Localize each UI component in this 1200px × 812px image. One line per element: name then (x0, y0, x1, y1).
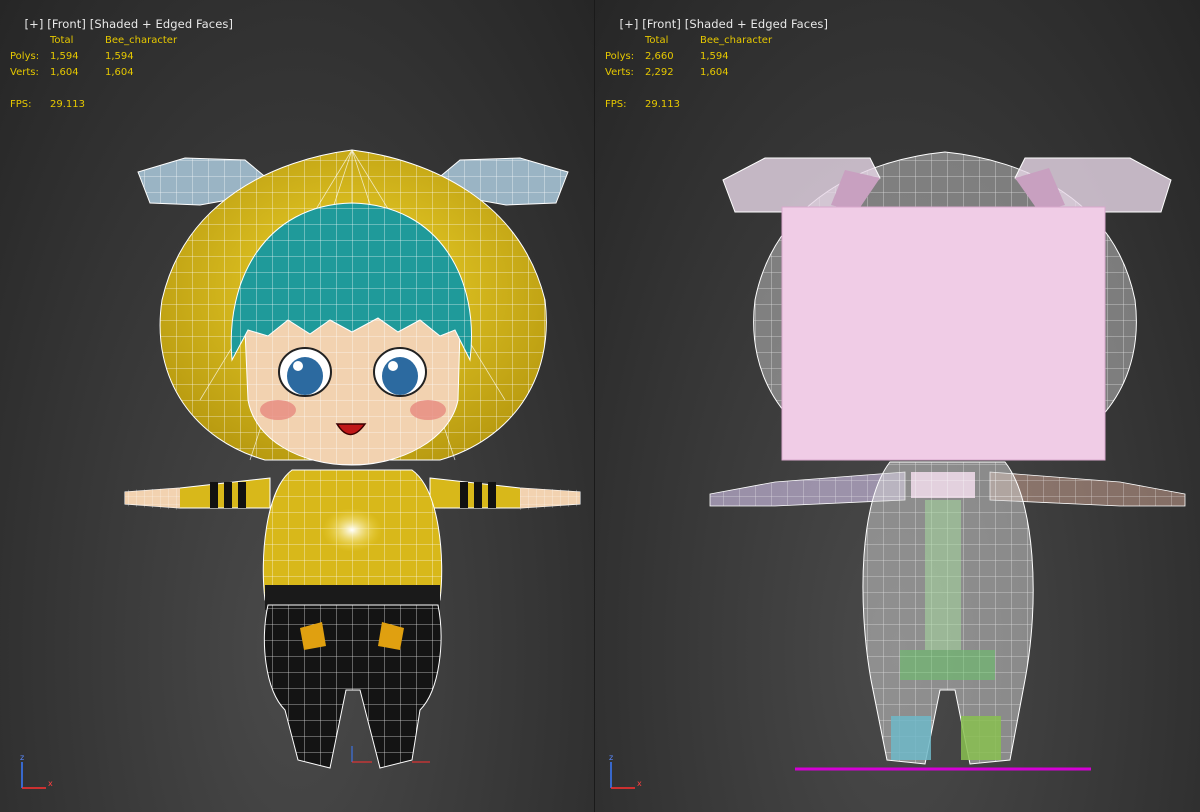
antenna-box-right (1014, 157, 1172, 213)
polys-total: 2,660 (645, 51, 674, 62)
arm-right (429, 477, 581, 510)
stats-header-row: Total Bee_character (10, 33, 185, 49)
polys-label: Polys: (10, 51, 40, 62)
axis-x-label: x (48, 779, 53, 788)
polys-label: Polys: (605, 51, 635, 62)
stats-polys-row: Polys: 1,594 1,594 (10, 49, 185, 65)
viewport-shading-label[interactable]: [Shaded + Edged Faces] (90, 17, 233, 31)
viewport-front-right[interactable]: z x [+] [Front] [Shaded + Edged Faces] T… (594, 0, 1200, 812)
axis-gizmo: z x (20, 753, 53, 789)
stats-fps-row: FPS: 29.113 (605, 97, 780, 113)
verts-total: 2,292 (645, 67, 674, 78)
stats-col-object: Bee_character (700, 35, 773, 46)
pants (263, 604, 442, 769)
verts-object: 1,604 (700, 67, 729, 78)
viewport-front-left[interactable]: z x [+] [Front] [Shaded + Edged Faces] T… (0, 0, 594, 812)
viewport-area: z x [+] [Front] [Shaded + Edged Faces] T… (0, 0, 1200, 812)
verts-label: Verts: (605, 67, 634, 78)
reference-plane[interactable] (781, 206, 1106, 461)
verts-total: 1,604 (50, 67, 79, 78)
viewport-shading-label[interactable]: [Shaded + Edged Faces] (685, 17, 828, 31)
fps-label: FPS: (605, 99, 627, 110)
fps-value: 29.113 (645, 99, 680, 110)
torso (262, 469, 443, 610)
stats-polys-row: Polys: 2,660 1,594 (605, 49, 780, 65)
stats-verts-row: Verts: 1,604 1,604 (10, 65, 185, 81)
antenna-box-left (722, 157, 881, 213)
statistics-overlay: Total Bee_character Polys: 2,660 1,594 V… (605, 33, 780, 113)
statistics-overlay: Total Bee_character Polys: 1,594 1,594 V… (10, 33, 185, 113)
character-xray-model[interactable]: z x (595, 0, 1200, 812)
fps-value: 29.113 (50, 99, 85, 110)
viewport-view-label[interactable]: [Front] (642, 17, 681, 31)
verts-object: 1,604 (105, 67, 134, 78)
polys-total: 1,594 (50, 51, 79, 62)
axis-z-label: z (609, 753, 613, 762)
axis-gizmo: z x (609, 753, 642, 789)
viewport-menu-plus[interactable]: [+] (25, 17, 44, 31)
fps-label: FPS: (10, 99, 32, 110)
character-shaded-model[interactable]: z x (0, 0, 594, 812)
stats-col-total: Total (645, 35, 669, 46)
polys-object: 1,594 (700, 51, 729, 62)
polys-object: 1,594 (105, 51, 134, 62)
stats-col-object: Bee_character (105, 35, 178, 46)
stats-fps-row: FPS: 29.113 (10, 97, 185, 113)
stats-header-row: Total Bee_character (605, 33, 780, 49)
verts-label: Verts: (10, 67, 39, 78)
viewport-menu-plus[interactable]: [+] (620, 17, 639, 31)
arm-left (124, 477, 271, 510)
stats-col-total: Total (50, 35, 74, 46)
viewport-view-label[interactable]: [Front] (47, 17, 86, 31)
axis-z-label: z (20, 753, 24, 762)
axis-x-label: x (637, 779, 642, 788)
ghost-body (862, 461, 1034, 765)
stats-verts-row: Verts: 2,292 1,604 (605, 65, 780, 81)
